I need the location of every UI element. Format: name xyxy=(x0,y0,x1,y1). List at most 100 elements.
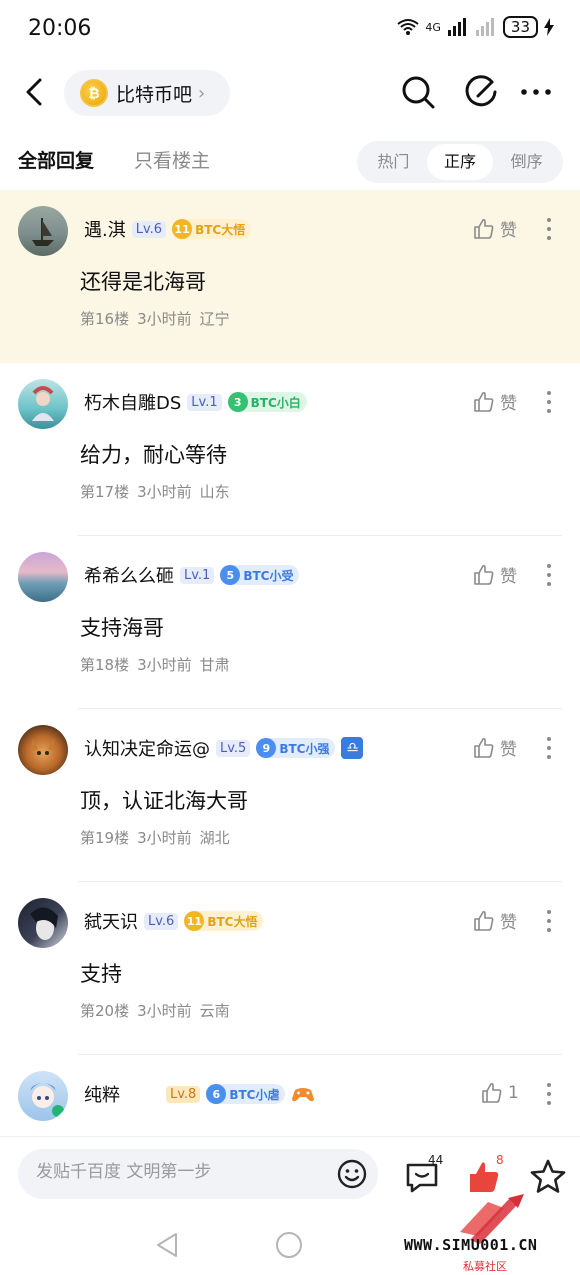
sort-descending[interactable]: 倒序 xyxy=(493,144,560,180)
thumb-up-icon xyxy=(482,1082,502,1103)
like-label: 赞 xyxy=(500,913,517,933)
location: 甘肃 xyxy=(199,656,230,674)
avatar[interactable] xyxy=(18,379,68,429)
sort-toggle: 热门 正序 倒序 xyxy=(357,141,563,183)
location: 湖北 xyxy=(199,829,230,847)
like-button[interactable]: 赞 xyxy=(472,216,517,241)
network-type: 4G xyxy=(425,20,441,34)
chevron-right-icon: › xyxy=(198,82,206,104)
search-icon[interactable] xyxy=(398,72,438,112)
user-info: 希希么么砸 Lv.1 5 BTC小受 xyxy=(84,562,300,588)
thumb-up-icon xyxy=(474,910,494,931)
emoji-icon[interactable] xyxy=(336,1158,368,1190)
avatar[interactable] xyxy=(18,1071,68,1121)
avatar[interactable] xyxy=(18,898,68,948)
badge-label: BTC大悟 xyxy=(195,222,246,237)
status-icons: 4G 33 xyxy=(397,16,554,38)
avatar[interactable] xyxy=(18,552,68,602)
charging-icon xyxy=(544,18,554,36)
username[interactable]: 纯粹 xyxy=(84,1081,120,1107)
reply-meta: 第16楼 3小时前 辽宁 xyxy=(80,308,238,329)
fan-badge: 6 BTC小虐 xyxy=(206,1084,286,1104)
edit-share-icon[interactable] xyxy=(462,72,502,112)
like-label: 赞 xyxy=(500,221,517,241)
user-info: 弑天识 Lv.6 11 BTC大悟 xyxy=(84,908,264,934)
like-button[interactable]: 赞 xyxy=(472,908,517,933)
floor-number: 第20楼 xyxy=(80,1002,130,1020)
fan-badge: 9 BTC小强 xyxy=(256,738,336,758)
nav-home-icon[interactable] xyxy=(274,1230,304,1260)
username[interactable]: 朽木自雕DS xyxy=(84,389,181,415)
back-icon[interactable] xyxy=(18,74,54,110)
reply-item[interactable]: 希希么么砸 Lv.1 5 BTC小受 赞 支持海哥 第18楼 3小时前 甘肃 xyxy=(0,536,580,709)
more-vertical-icon[interactable] xyxy=(540,1079,558,1109)
username[interactable]: 遇.淇 xyxy=(84,216,126,242)
reply-meta: 第20楼 3小时前 云南 xyxy=(80,1000,238,1021)
user-info: 遇.淇 Lv.6 11 BTC大悟 xyxy=(84,216,252,242)
reply-item[interactable]: 弑天识 Lv.6 11 BTC大悟 赞 支持 第20楼 3小时前 云南 xyxy=(0,882,580,1055)
reply-content: 给力，耐心等待 xyxy=(80,443,227,467)
post-time: 3小时前 xyxy=(137,310,192,328)
floor-number: 第16楼 xyxy=(80,310,130,328)
like-label: 赞 xyxy=(500,394,517,414)
like-button[interactable]: 赞 xyxy=(472,562,517,587)
reply-item[interactable]: 认知决定命运@ Lv.5 9 BTC小强 ♎ 赞 顶，认证北海大哥 第19楼 3小时… xyxy=(0,709,580,882)
gamepad-icon xyxy=(292,1088,315,1102)
floor-number: 第18楼 xyxy=(80,656,130,674)
fan-badge: 5 BTC小受 xyxy=(220,565,300,585)
like-button[interactable]: 赞 xyxy=(472,735,517,760)
reply-input[interactable] xyxy=(36,1162,326,1182)
comment-count: 44 xyxy=(428,1153,444,1167)
reply-meta: 第19楼 3小时前 湖北 xyxy=(80,827,238,848)
bitcoin-logo-icon: ₿ xyxy=(80,79,108,107)
tab-op-only[interactable]: 只看楼主 xyxy=(134,146,210,173)
tab-all-replies[interactable]: 全部回复 xyxy=(18,146,94,173)
floor-number: 第19楼 xyxy=(80,829,130,847)
more-icon[interactable] xyxy=(516,72,556,112)
thumb-up-icon xyxy=(474,391,494,412)
sort-ascending[interactable]: 正序 xyxy=(426,144,494,180)
avatar[interactable] xyxy=(18,206,68,256)
more-vertical-icon[interactable] xyxy=(540,906,558,936)
username[interactable]: 弑天识 xyxy=(84,908,138,934)
fan-badge: 3 BTC小白 xyxy=(227,392,307,412)
username[interactable]: 认知决定命运@ xyxy=(84,735,210,761)
post-time: 3小时前 xyxy=(137,483,192,501)
watermark-subtitle: 私募社区 xyxy=(463,1260,507,1273)
badge-label: BTC小受 xyxy=(243,568,294,583)
status-time: 20:06 xyxy=(28,16,92,41)
badge-level: 11 xyxy=(184,911,205,931)
more-vertical-icon[interactable] xyxy=(540,560,558,590)
floor-number: 第17楼 xyxy=(80,483,130,501)
sort-hot[interactable]: 热门 xyxy=(360,144,427,180)
comment-button[interactable]: 44 xyxy=(402,1153,448,1199)
avatar[interactable] xyxy=(18,725,68,775)
reply-input-container[interactable] xyxy=(18,1149,378,1199)
fan-badge: 11 BTC大悟 xyxy=(172,219,252,239)
reply-item[interactable]: 纯粹 Lv.8 6 BTC小虐 1 xyxy=(0,1055,580,1136)
signal-icon xyxy=(447,18,466,36)
user-info: 朽木自雕DS Lv.1 3 BTC小白 xyxy=(84,389,307,415)
level-tag: Lv.8 xyxy=(166,1085,201,1103)
thumb-up-icon xyxy=(474,218,494,239)
star-favorite-icon[interactable] xyxy=(528,1157,568,1197)
like-thread-button[interactable]: 8 xyxy=(464,1153,510,1199)
post-time: 3小时前 xyxy=(137,1002,192,1020)
nav-back-icon[interactable] xyxy=(152,1230,182,1260)
forum-name: 比特币吧 xyxy=(116,83,193,106)
badge-label: BTC小虐 xyxy=(229,1087,280,1102)
username[interactable]: 希希么么砸 xyxy=(84,562,174,588)
more-vertical-icon[interactable] xyxy=(540,214,558,244)
wifi-icon xyxy=(397,19,419,35)
badge-level: 6 xyxy=(206,1084,227,1104)
level-tag: Lv.1 xyxy=(187,393,222,411)
more-vertical-icon[interactable] xyxy=(540,387,558,417)
level-tag: Lv.1 xyxy=(180,566,215,584)
reply-item[interactable]: 朽木自雕DS Lv.1 3 BTC小白 赞 给力，耐心等待 第17楼 3小时前 山东 xyxy=(0,363,580,536)
forum-pill[interactable]: ₿ 比特币吧 › xyxy=(64,70,230,116)
like-button[interactable]: 赞 xyxy=(472,389,517,414)
reply-item[interactable]: 遇.淇 Lv.6 11 BTC大悟 赞 还得是北海哥 第16楼 3小时前 辽宁 xyxy=(0,190,580,363)
like-button[interactable]: 1 xyxy=(480,1081,519,1105)
more-vertical-icon[interactable] xyxy=(540,733,558,763)
level-tag: Lv.6 xyxy=(131,220,167,238)
